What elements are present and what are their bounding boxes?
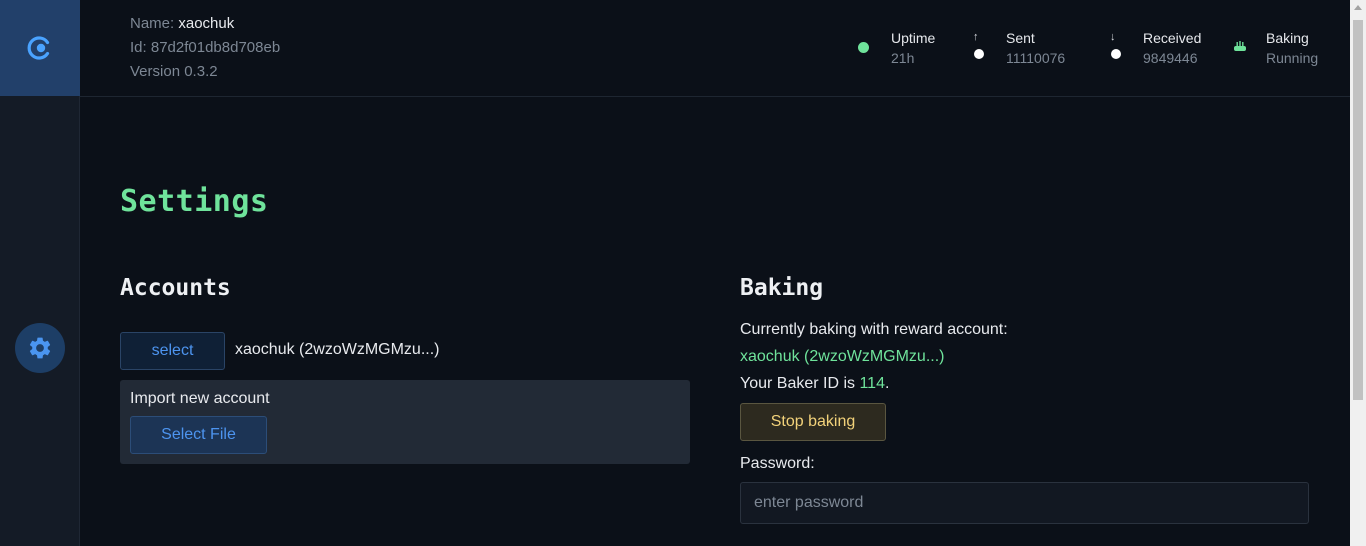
node-name-row: Name: xaochuk [130,12,280,36]
select-file-button[interactable]: Select File [130,416,267,454]
node-id-value: 87d2f01db8d708eb [150,39,281,56]
sent-value: 11110076 [1006,50,1066,66]
sent-status-dot-icon [974,49,984,59]
accounts-section-title: Accounts [120,275,231,301]
reward-account-value: xaochuk (2wzoWzMGMzu...) [740,348,945,365]
stat-sent: ↑ Sent 11110076 [973,30,1093,70]
password-label: Password: [740,455,815,472]
stat-baking: Baking Running [1233,30,1333,70]
select-account-button[interactable]: select [120,332,225,370]
cake-icon [1234,41,1246,51]
uptime-value: 21h [891,50,915,66]
stat-uptime: Uptime 21h [858,30,978,70]
baking-title: Baking [1266,30,1309,46]
uptime-title: Uptime [891,30,936,46]
node-version-value: 0.3.2 [184,63,218,80]
sidebar [0,0,80,546]
node-id-label: Id: [130,39,147,56]
import-account-title: Import new account [130,390,270,407]
scroll-up-arrow-icon[interactable] [1354,5,1362,10]
node-version-label: Version [130,63,181,80]
node-name-value: xaochuk [178,15,235,32]
baker-id-suffix: . [884,375,890,392]
arrow-up-icon: ↑ [973,31,979,43]
stat-received: ↓ Received 9849446 [1110,30,1235,70]
node-id-row: Id: 87d2f01db8d708eb [130,36,280,60]
baking-value: Running [1266,50,1319,66]
nav-settings-button[interactable] [15,323,65,373]
app-logo[interactable] [0,0,80,96]
baker-id-line: Your Baker ID is 114. [740,375,889,393]
current-account-label: xaochuk (2wzoWzMGMzu...) [235,341,440,358]
baker-id-prefix: Your Baker ID is [740,375,860,392]
baking-section-title: Baking [740,275,824,301]
uptime-status-dot-icon [858,42,869,53]
concordium-logo-icon [27,36,50,60]
node-version-row: Version 0.3.2 [130,60,280,84]
gear-icon [29,337,51,359]
baker-id-value: 114 [859,375,885,392]
page-title: Settings [120,184,269,219]
arrow-down-icon: ↓ [1110,31,1116,43]
header-bar: Name: xaochuk Id: 87d2f01db8d708eb Versi… [80,0,1350,97]
page-scrollbar[interactable] [1350,0,1366,546]
received-title: Received [1143,30,1202,46]
scrollbar-thumb[interactable] [1353,20,1363,400]
password-input[interactable] [740,482,1309,524]
received-status-dot-icon [1111,49,1121,59]
stop-baking-button[interactable]: Stop baking [740,403,886,441]
baking-status-label: Currently baking with reward account: [740,321,1008,338]
node-info: Name: xaochuk Id: 87d2f01db8d708eb Versi… [130,12,280,84]
import-account-panel: Import new account Select File [120,380,690,464]
node-name-label: Name: [130,15,175,32]
received-value: 9849446 [1143,50,1198,66]
sent-title: Sent [1006,30,1035,46]
